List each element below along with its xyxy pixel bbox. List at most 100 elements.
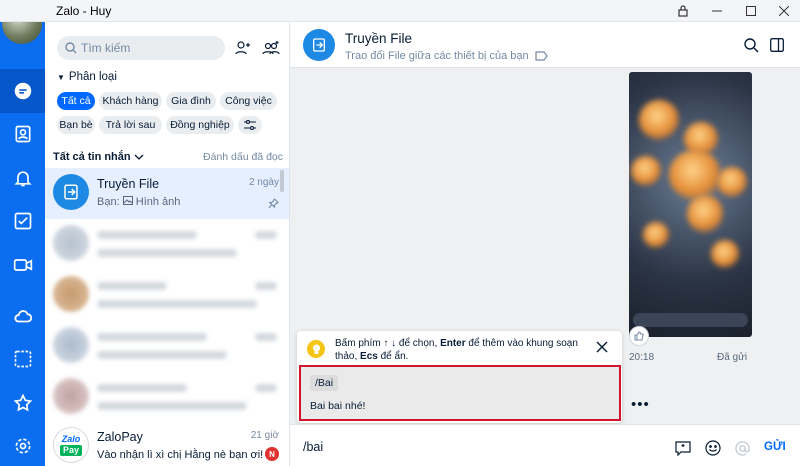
quick-message-hint: Bấm phím ↑ ↓ để chọn, Enter để thêm vào … xyxy=(335,337,587,363)
rail-settings-icon[interactable] xyxy=(0,424,45,466)
zalopay-logo-text: Zalo xyxy=(61,434,81,444)
conversation-name: ZaloPay xyxy=(97,430,143,444)
quick-reply-suggestion[interactable]: /Bai Bai bai nhé! xyxy=(299,365,621,421)
rail-chat-icon[interactable] xyxy=(0,69,45,113)
hint-key-esc: Ecs xyxy=(360,351,378,362)
conversation-preview: Vào nhận lì xì chị Hằng nè bạn ơi! xyxy=(97,449,264,461)
search-input[interactable]: Tìm kiếm xyxy=(57,36,225,60)
rail-screenshot-icon[interactable] xyxy=(0,337,45,381)
lock-icon[interactable] xyxy=(670,2,696,20)
classify-label: Phân loại xyxy=(68,71,117,83)
blurred-line xyxy=(97,231,197,239)
zalopay-logo: Zalo Pay xyxy=(53,427,89,463)
create-group-icon[interactable] xyxy=(259,36,283,60)
search-placeholder: Tìm kiếm xyxy=(81,41,131,55)
hint-key-enter: Enter xyxy=(440,338,466,349)
blurred-emoji xyxy=(669,150,721,200)
chip-reply-later[interactable]: Trả lời sau xyxy=(99,116,162,134)
tag-icon[interactable] xyxy=(535,51,548,61)
conversation-item-blurred[interactable] xyxy=(45,321,289,372)
chip-family[interactable]: Gia đình xyxy=(166,92,216,110)
blurred-emoji xyxy=(639,100,679,140)
toggle-panel-icon[interactable] xyxy=(767,35,787,55)
rail-contacts-icon[interactable] xyxy=(0,112,45,156)
react-like-icon[interactable] xyxy=(629,326,649,346)
chip-colleagues[interactable]: Đồng nghiệp xyxy=(166,116,234,134)
sidebar-scrollbar[interactable] xyxy=(280,170,284,192)
blurred-avatar xyxy=(53,276,89,312)
blurred-line xyxy=(97,402,247,410)
mention-icon[interactable] xyxy=(732,438,752,458)
chip-customers[interactable]: Khách hàng xyxy=(99,92,162,110)
minimize-button[interactable] xyxy=(704,2,730,20)
chat-header: Truyền File Trao đổi File giữa các thiết… xyxy=(290,22,800,68)
more-options-icon[interactable]: ••• xyxy=(631,396,650,413)
chat-title: Truyền File xyxy=(345,31,413,46)
preview-sender: Bạn: xyxy=(97,196,120,208)
message-time: 20:18 xyxy=(629,352,655,363)
conversation-item[interactable]: Truyền File 2 ngày Bạn: Hình ảnh xyxy=(45,168,289,219)
window-title: Zalo - Huy xyxy=(56,4,112,18)
message-composer: /bai GỬI xyxy=(290,424,800,466)
blurred-line xyxy=(97,300,257,308)
add-friend-icon[interactable] xyxy=(231,36,255,60)
message-filter-label: Tất cả tin nhắn xyxy=(53,151,131,163)
hint-text: để ẩn. xyxy=(380,351,409,362)
chip-work[interactable]: Công việc xyxy=(220,92,277,110)
caret-down-icon: ▼ xyxy=(57,72,65,82)
send-button[interactable]: GỬI xyxy=(764,441,786,453)
title-bar: Zalo - Huy xyxy=(0,0,800,22)
rail-todo-icon[interactable] xyxy=(0,199,45,243)
blurred-avatar xyxy=(53,378,89,414)
close-window-button[interactable] xyxy=(771,2,797,20)
pin-icon[interactable] xyxy=(268,198,279,209)
chat-avatar[interactable] xyxy=(303,29,335,61)
blurred-emoji xyxy=(643,222,669,248)
quick-reply-shortcut: /Bai xyxy=(310,375,338,391)
conversation-item[interactable]: Zalo Pay ZaloPay 21 giờ Vào nhận lì xì c… xyxy=(45,421,289,466)
chip-filter-settings-icon[interactable] xyxy=(238,116,262,134)
quick-message-icon[interactable] xyxy=(673,438,693,458)
rail-star-icon[interactable] xyxy=(0,381,45,425)
conversation-item-blurred[interactable] xyxy=(45,270,289,321)
search-icon xyxy=(65,42,77,54)
blurred-line xyxy=(97,249,237,257)
maximize-button[interactable] xyxy=(738,2,764,20)
file-transfer-avatar xyxy=(53,174,89,210)
blurred-avatar xyxy=(53,327,89,363)
quick-reply-message: Bai bai nhé! xyxy=(310,400,366,412)
hint-text: Bấm phím ↑ ↓ để chọn, xyxy=(335,338,438,349)
chip-all[interactable]: Tất cả xyxy=(57,92,95,110)
blurred-emoji xyxy=(711,240,739,268)
chat-subtitle-text: Trao đổi File giữa các thiết bị của bạn xyxy=(345,50,529,62)
unread-badge: N xyxy=(265,447,279,461)
message-input[interactable]: /bai xyxy=(303,440,323,454)
blurred-line xyxy=(97,351,227,359)
shared-screenshot-image[interactable] xyxy=(629,72,752,337)
zalopay-logo-text: Pay xyxy=(59,445,82,456)
search-messages-icon[interactable] xyxy=(741,35,761,55)
blurred-line xyxy=(255,231,277,239)
message-filter-dropdown[interactable]: Tất cả tin nhắn xyxy=(53,151,144,163)
classify-toggle[interactable]: ▼ Phân loại xyxy=(57,71,117,83)
rail-bell-icon[interactable] xyxy=(0,156,45,200)
blurred-emoji xyxy=(631,156,661,186)
conversation-item-blurred[interactable] xyxy=(45,372,289,423)
mark-all-read-link[interactable]: Đánh dấu đã đọc xyxy=(203,151,283,163)
nav-rail xyxy=(0,0,45,466)
conversation-sidebar: Tìm kiếm ▼ Phân loại Tất cả Khách hàng G… xyxy=(45,22,290,466)
close-icon[interactable] xyxy=(596,341,608,353)
blurred-line xyxy=(97,333,207,341)
chip-friends[interactable]: Bạn bè xyxy=(57,116,95,134)
conversation-name: Truyền File xyxy=(97,177,160,191)
blurred-line xyxy=(97,384,187,392)
emoji-icon[interactable] xyxy=(703,438,723,458)
conversation-item-blurred[interactable] xyxy=(45,219,289,270)
chat-subtitle: Trao đổi File giữa các thiết bị của bạn xyxy=(345,50,548,62)
chevron-down-icon xyxy=(134,154,144,160)
rail-video-icon[interactable] xyxy=(0,243,45,287)
lightbulb-icon xyxy=(307,340,325,358)
blurred-emoji xyxy=(717,167,747,197)
rail-cloud-icon[interactable] xyxy=(0,294,45,338)
image-icon xyxy=(122,196,133,205)
